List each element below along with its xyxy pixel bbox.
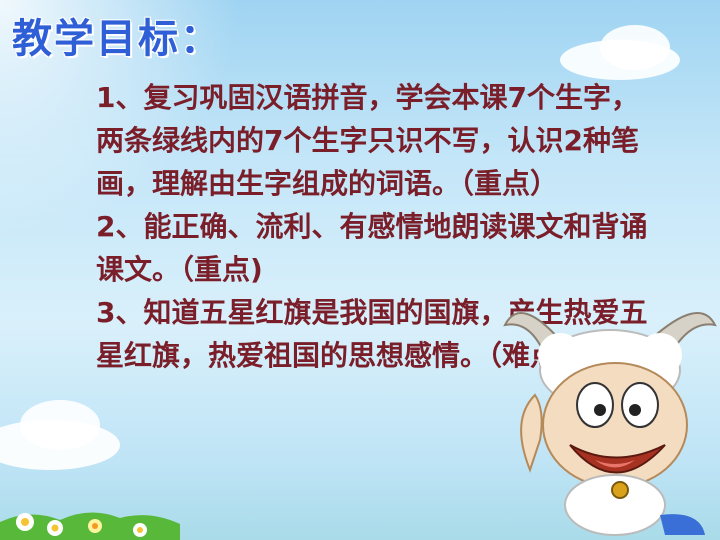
cloud [20,400,100,450]
slide-background: 教学目标： 1、复习巩固汉语拼音，学会本课7个生字，两条绿线内的7个生字只识不写… [0,0,720,540]
cartoon-goat-illustration [503,312,717,536]
slide-title: 教学目标： [12,16,222,62]
objective-item: 2、能正确、流利、有感情地朗读课文和背诵课文。（重点) [96,210,648,286]
cloud [600,25,670,70]
objective-item: 1、复习巩固汉语拼音，学会本课7个生字，两条绿线内的7个生字只识不写，认识2种笔… [96,81,639,200]
